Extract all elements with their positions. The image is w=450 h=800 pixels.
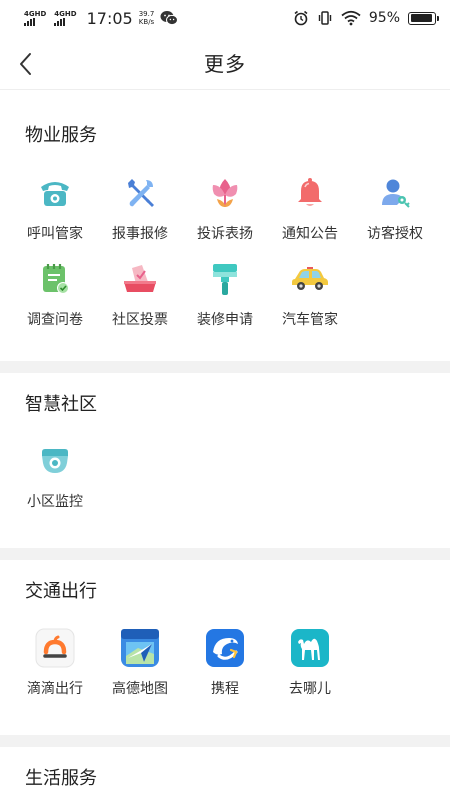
vibrate-icon bbox=[318, 11, 332, 25]
service-monitor[interactable]: 小区监控 bbox=[12, 441, 98, 521]
service-label: 社区投票 bbox=[112, 312, 168, 328]
visitor-key-icon bbox=[382, 179, 410, 208]
service-label: 通知公告 bbox=[282, 226, 338, 242]
app-label: 携程 bbox=[211, 681, 239, 697]
navigation-bar: 更多 bbox=[0, 36, 450, 90]
section-title: 物业服务 bbox=[25, 125, 97, 146]
wechat-icon bbox=[160, 11, 179, 26]
service-label: 汽车管家 bbox=[282, 312, 338, 328]
paint-roller-icon bbox=[213, 264, 237, 295]
network-type-1: 4GHD bbox=[24, 10, 47, 18]
section-property-services: 物业服务 呼叫管家 报事报修 投诉表扬 通知公告 访客授权 调查问卷 社区投票 … bbox=[0, 91, 450, 361]
section-title: 生活服务 bbox=[25, 768, 97, 789]
survey-icon bbox=[43, 264, 69, 294]
car-icon bbox=[292, 267, 328, 290]
section-divider bbox=[0, 361, 450, 373]
service-visitor-auth[interactable]: 访客授权 bbox=[352, 173, 438, 253]
battery-icon bbox=[408, 11, 439, 25]
section-life-services: 生活服务 bbox=[0, 747, 450, 800]
page-title: 更多 bbox=[204, 52, 246, 76]
alarm-icon bbox=[294, 10, 308, 26]
network-type-2: 4GHD bbox=[54, 10, 77, 18]
service-label: 装修申请 bbox=[197, 312, 253, 328]
back-button[interactable] bbox=[10, 48, 42, 80]
vote-box-icon bbox=[124, 265, 156, 292]
network-speed: 39.7 KB/s bbox=[139, 10, 155, 26]
service-vote[interactable]: 社区投票 bbox=[97, 259, 183, 339]
bell-icon bbox=[298, 178, 322, 206]
app-label: 去哪儿 bbox=[289, 681, 331, 697]
wifi-icon bbox=[341, 10, 361, 26]
service-label: 访客授权 bbox=[367, 226, 423, 242]
section-divider bbox=[0, 548, 450, 560]
section-transport: 交通出行 滴滴出行 高德地图 携程 去哪儿 bbox=[0, 560, 450, 735]
service-renovation[interactable]: 装修申请 bbox=[182, 259, 268, 339]
service-notice[interactable]: 通知公告 bbox=[267, 173, 353, 253]
didi-icon bbox=[35, 628, 75, 668]
telephone-icon bbox=[41, 182, 69, 206]
signal-icon: 4GHD bbox=[24, 10, 46, 26]
section-smart-community: 智慧社区 小区监控 bbox=[0, 373, 450, 548]
section-title: 智慧社区 bbox=[25, 394, 97, 415]
app-amap[interactable]: 高德地图 bbox=[97, 628, 183, 708]
section-divider bbox=[0, 735, 450, 747]
service-call-butler[interactable]: 呼叫管家 bbox=[12, 173, 98, 253]
service-survey[interactable]: 调查问卷 bbox=[12, 259, 98, 339]
clock: 17:05 bbox=[86, 8, 133, 28]
tools-icon bbox=[128, 179, 154, 207]
app-qunar[interactable]: 去哪儿 bbox=[267, 628, 353, 708]
service-repair[interactable]: 报事报修 bbox=[97, 173, 183, 253]
service-car-butler[interactable]: 汽车管家 bbox=[267, 259, 353, 339]
ctrip-icon bbox=[206, 629, 244, 667]
app-ctrip[interactable]: 携程 bbox=[182, 628, 268, 708]
signal-icon-2: 4GHD bbox=[54, 10, 77, 26]
app-didi[interactable]: 滴滴出行 bbox=[12, 628, 98, 708]
service-label: 投诉表扬 bbox=[197, 226, 253, 242]
service-label: 呼叫管家 bbox=[27, 226, 83, 242]
speed-value: 39.7 bbox=[138, 10, 155, 18]
app-label: 高德地图 bbox=[112, 681, 168, 697]
section-title: 交通出行 bbox=[25, 581, 97, 602]
flower-icon bbox=[212, 179, 238, 207]
app-label: 滴滴出行 bbox=[27, 681, 83, 697]
battery-percent: 95% bbox=[368, 10, 400, 26]
status-bar: 4GHD 4GHD 17:05 39.7 KB/s 95% bbox=[0, 0, 450, 36]
speed-unit: KB/s bbox=[138, 18, 155, 26]
service-label: 报事报修 bbox=[112, 226, 168, 242]
service-label: 调查问卷 bbox=[27, 312, 83, 328]
amap-icon bbox=[121, 629, 159, 667]
service-complaint[interactable]: 投诉表扬 bbox=[182, 173, 268, 253]
chevron-left-icon bbox=[20, 53, 31, 75]
service-label: 小区监控 bbox=[27, 494, 83, 510]
qunar-icon bbox=[291, 629, 329, 667]
camera-icon bbox=[42, 449, 68, 473]
